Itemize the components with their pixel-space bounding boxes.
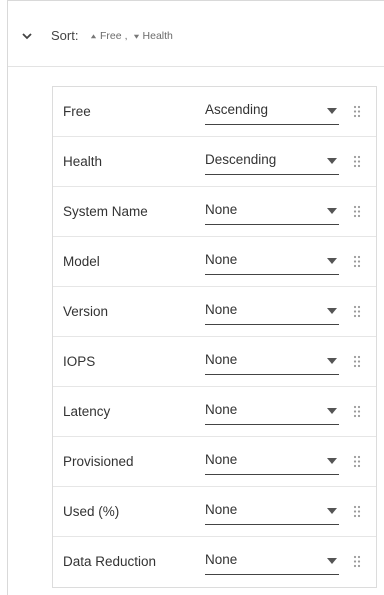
- sort-row-label: Version: [63, 304, 109, 319]
- sort-direction-value: None: [205, 252, 238, 267]
- sort-direction-select[interactable]: None: [205, 299, 339, 325]
- sort-direction-value: None: [205, 202, 238, 217]
- sort-row-label: Model: [63, 254, 100, 269]
- sort-row-label: Free: [63, 104, 91, 119]
- sort-direction-value: None: [205, 502, 238, 517]
- sort-row-label: Health: [63, 154, 103, 169]
- arrow-up-icon: [90, 33, 97, 38]
- sort-summary-field: Free: [100, 30, 122, 42]
- caret-down-icon: [327, 558, 337, 564]
- caret-down-icon: [327, 158, 337, 164]
- sort-panel: Sort: Free, Health Free Ascending Health…: [7, 0, 384, 595]
- sort-row-label: Provisioned: [63, 454, 134, 469]
- sort-direction-value: Descending: [205, 152, 277, 167]
- sort-direction-value: None: [205, 452, 238, 467]
- sort-direction-select[interactable]: Descending: [205, 149, 339, 175]
- sort-row: Free Ascending: [53, 87, 376, 137]
- sort-direction-select[interactable]: Ascending: [205, 99, 339, 125]
- drag-handle-icon[interactable]: [353, 505, 361, 518]
- sort-row-label: Data Reduction: [63, 554, 157, 569]
- sort-summary-separator: ,: [124, 30, 128, 42]
- caret-down-icon: [327, 408, 337, 414]
- caret-down-icon: [327, 508, 337, 514]
- sort-direction-select[interactable]: None: [205, 249, 339, 275]
- sort-row: Latency None: [53, 387, 376, 437]
- sort-row: Model None: [53, 237, 376, 287]
- sort-direction-select[interactable]: None: [205, 399, 339, 425]
- sort-row: Health Descending: [53, 137, 376, 187]
- caret-down-icon: [327, 458, 337, 464]
- sort-direction-select[interactable]: None: [205, 349, 339, 375]
- drag-handle-icon[interactable]: [353, 555, 361, 568]
- caret-down-icon: [327, 308, 337, 314]
- drag-handle-icon[interactable]: [353, 355, 361, 368]
- sort-field-list: Free Ascending Health Descending System …: [52, 86, 377, 588]
- caret-down-icon: [327, 208, 337, 214]
- sort-row: System Name None: [53, 187, 376, 237]
- sort-row-label: System Name: [63, 204, 148, 219]
- sort-row: Used (%) None: [53, 487, 376, 537]
- drag-handle-icon[interactable]: [353, 455, 361, 468]
- arrow-down-icon: [133, 34, 139, 39]
- sort-row: Version None: [53, 287, 376, 337]
- drag-handle-icon[interactable]: [353, 305, 361, 318]
- drag-handle-icon[interactable]: [353, 205, 361, 218]
- sort-direction-select[interactable]: None: [205, 449, 339, 475]
- sort-row: IOPS None: [53, 337, 376, 387]
- caret-down-icon: [327, 358, 337, 364]
- sort-summary: Free, Health: [90, 30, 173, 42]
- chevron-down-icon[interactable]: [21, 30, 33, 42]
- sort-direction-select[interactable]: None: [205, 549, 339, 575]
- sort-row: Provisioned None: [53, 437, 376, 487]
- sort-direction-value: None: [205, 352, 238, 367]
- sort-row-label: Latency: [63, 404, 111, 419]
- caret-down-icon: [327, 108, 337, 114]
- sort-direction-value: None: [205, 552, 238, 567]
- drag-handle-icon[interactable]: [353, 105, 361, 118]
- drag-handle-icon[interactable]: [353, 155, 361, 168]
- caret-down-icon: [327, 258, 337, 264]
- drag-handle-icon[interactable]: [353, 255, 361, 268]
- sort-row-label: IOPS: [63, 354, 96, 369]
- sort-row-label: Used (%): [63, 504, 120, 519]
- sort-direction-select[interactable]: None: [205, 199, 339, 225]
- sort-direction-select[interactable]: None: [205, 499, 339, 525]
- sort-row: Data Reduction None: [53, 537, 376, 587]
- sort-direction-value: None: [205, 302, 238, 317]
- drag-handle-icon[interactable]: [353, 405, 361, 418]
- sort-summary-field: Health: [142, 30, 173, 42]
- sort-direction-value: None: [205, 402, 238, 417]
- sort-header[interactable]: Sort: Free, Health: [8, 1, 384, 67]
- sort-direction-value: Ascending: [205, 102, 269, 117]
- sort-label: Sort:: [51, 28, 79, 43]
